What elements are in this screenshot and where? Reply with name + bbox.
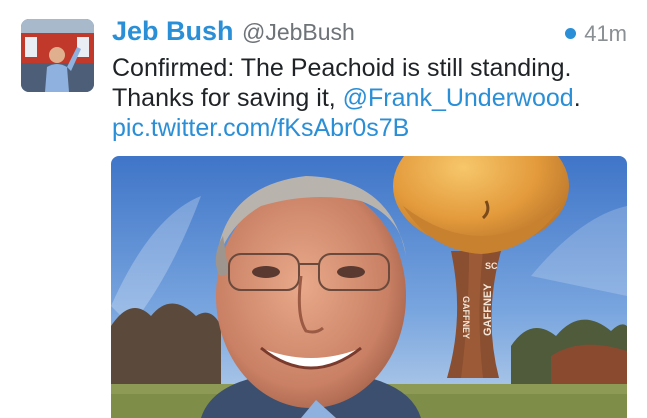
tweet-text: Confirmed: The Peachoid is still standin… [112, 53, 632, 143]
avatar[interactable] [21, 19, 94, 92]
tower-text-left: GAFFNEY [461, 296, 471, 339]
timestamp: 41m [565, 21, 627, 47]
tweet-header: Jeb Bush @JebBush 41m [112, 16, 627, 52]
author-handle[interactable]: @JebBush [242, 19, 355, 45]
tweet-text-line-2: Thanks for saving it, @Frank_Underwood. [112, 83, 632, 113]
blue-dot-icon [565, 28, 577, 39]
avatar-image [21, 19, 94, 92]
tweet-text-suffix: . [573, 84, 581, 112]
photo-image: SC GAFFNEY GAFFNEY [111, 156, 627, 418]
tower-text-right: GAFFNEY [482, 283, 494, 336]
mention-link[interactable]: @Frank_Underwood [343, 84, 574, 112]
tweet-text-line-1: Confirmed: The Peachoid is still standin… [112, 54, 572, 82]
tweet-cell[interactable]: Jeb Bush @JebBush 41m Confirmed: The Pea… [0, 0, 647, 418]
tweet-photo[interactable]: SC GAFFNEY GAFFNEY [111, 156, 627, 418]
tweet-text-prefix: Thanks for saving it, [112, 84, 343, 112]
timestamp-text: 41m [584, 21, 627, 46]
pic-link[interactable]: pic.twitter.com/fKsAbr0s7B [112, 113, 632, 143]
author-name[interactable]: Jeb Bush [112, 16, 234, 46]
tower-text-top: SC [485, 261, 498, 271]
